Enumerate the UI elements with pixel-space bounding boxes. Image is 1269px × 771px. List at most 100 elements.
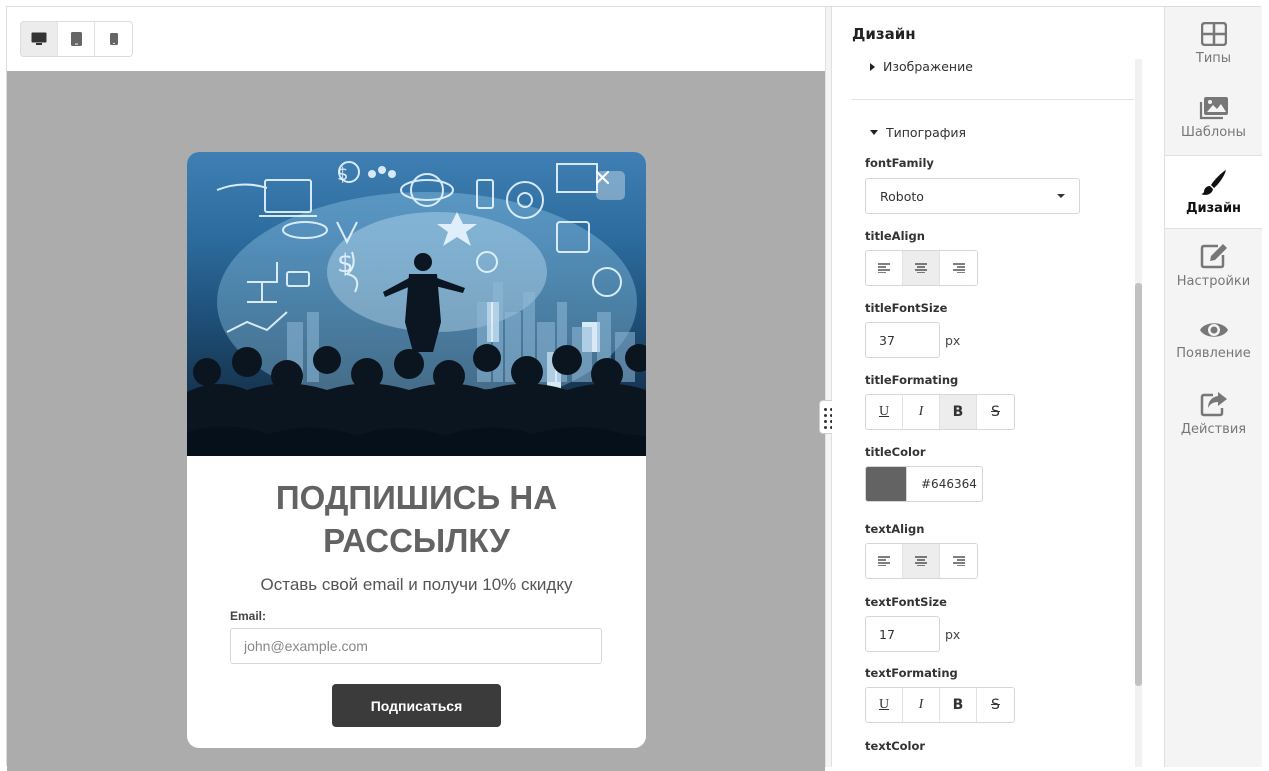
font-family-value: Roboto: [880, 188, 924, 204]
desktop-view-button[interactable]: [21, 22, 58, 56]
nav-label-settings: Настройки: [1176, 274, 1251, 289]
nav-label-templates: Шаблоны: [1181, 125, 1246, 140]
text-align-right-button[interactable]: [940, 544, 977, 578]
image-section-toggle[interactable]: Изображение: [870, 59, 973, 74]
align-left-icon: [878, 556, 890, 566]
image-section-label: Изображение: [883, 59, 973, 74]
text-underline-button[interactable]: U: [866, 688, 903, 722]
align-left-icon: [878, 263, 890, 273]
email-input[interactable]: [230, 628, 602, 664]
caret-right-icon: [870, 62, 875, 71]
nav-item-design[interactable]: Дизайн: [1165, 155, 1262, 229]
title-underline-button[interactable]: U: [866, 395, 903, 429]
title-align-right-button[interactable]: [940, 251, 977, 285]
text-strikethrough-button[interactable]: S: [977, 688, 1014, 722]
svg-text:$: $: [337, 249, 354, 279]
hero-image: $ $: [187, 152, 646, 456]
bold-icon: B: [952, 697, 964, 713]
title-italic-button[interactable]: I: [903, 395, 940, 429]
popup-text: Оставь свой email и получи 10% скидку: [260, 575, 573, 594]
nav-item-settings[interactable]: Настройки: [1165, 229, 1262, 303]
text-align-center-button[interactable]: [903, 544, 940, 578]
title-align-left-button[interactable]: [866, 251, 903, 285]
text-align-left-button[interactable]: [866, 544, 903, 578]
text-italic-button[interactable]: I: [903, 688, 940, 722]
device-switcher: [20, 21, 133, 57]
nav-label-appearance: Появление: [1176, 346, 1251, 361]
title-font-size-label: titleFontSize: [865, 301, 948, 315]
audience-illustration: $ $: [187, 161, 646, 456]
subscribe-popup: $ $ ПОДПИШИСЬ НА РАССЫЛКУ Оставь свой em…: [187, 152, 646, 748]
underline-icon: U: [878, 697, 890, 712]
nav-item-appearance[interactable]: Появление: [1165, 303, 1262, 377]
text-formatting-group: U I B S: [865, 687, 1015, 723]
tablet-view-button[interactable]: [58, 22, 95, 56]
title-color-picker[interactable]: #646364: [865, 466, 983, 502]
align-right-icon: [952, 556, 965, 566]
editor-frame: $ $ ПОДПИШИСЬ НА РАССЫЛКУ Оставь свой em…: [6, 6, 1262, 771]
preview-canvas: $ $ ПОДПИШИСЬ НА РАССЫЛКУ Оставь свой em…: [7, 71, 825, 771]
align-right-icon: [952, 263, 965, 273]
svg-text:$: $: [337, 164, 348, 185]
nav-label-design: Дизайн: [1185, 201, 1242, 216]
email-label: Email:: [230, 609, 267, 623]
settings-scrollbar-thumb[interactable]: [1135, 283, 1142, 686]
title-font-size-unit: px: [945, 333, 961, 348]
title-align-label: titleAlign: [865, 229, 925, 243]
font-family-label: fontFamily: [865, 156, 934, 170]
preview-panel: $ $ ПОДПИШИСЬ НА РАССЫЛКУ Оставь свой em…: [7, 7, 825, 771]
mobile-icon: [109, 33, 118, 45]
text-align-label: textAlign: [865, 522, 925, 536]
right-sidebar-nav: Типы Шаблоны Дизайн Настройки Появление …: [1164, 7, 1262, 767]
close-icon: [596, 171, 609, 184]
popup-title: ПОДПИШИСЬ НА РАССЫЛКУ: [275, 479, 558, 559]
title-align-center-button[interactable]: [903, 251, 940, 285]
font-family-select[interactable]: Roboto: [865, 178, 1080, 214]
edit-icon: [1200, 244, 1227, 269]
title-strikethrough-button[interactable]: S: [977, 395, 1014, 429]
nav-item-types[interactable]: Типы: [1165, 7, 1262, 81]
section-divider: [852, 99, 1134, 100]
text-bold-button[interactable]: B: [940, 688, 977, 722]
bold-icon: B: [952, 404, 964, 420]
text-color-label: textColor: [865, 739, 926, 753]
images-icon: [1199, 97, 1228, 120]
typography-section-label: Типография: [886, 125, 967, 140]
subscribe-button[interactable]: Подписаться: [332, 684, 501, 727]
grid-icon: [1200, 22, 1227, 46]
strikethrough-icon: S: [991, 697, 1000, 713]
title-color-value[interactable]: #646364: [907, 467, 982, 501]
close-popup-button[interactable]: [596, 171, 625, 200]
title-color-swatch[interactable]: [866, 467, 907, 501]
underline-icon: U: [878, 404, 890, 419]
title-font-size-input[interactable]: 37: [865, 322, 940, 358]
share-icon: [1200, 392, 1227, 417]
text-font-size-unit: px: [945, 627, 961, 642]
panel-divider: [825, 7, 832, 767]
preview-toolbar: [7, 7, 825, 71]
mobile-view-button[interactable]: [95, 22, 132, 56]
nav-item-templates[interactable]: Шаблоны: [1165, 81, 1262, 155]
italic-icon: I: [918, 697, 924, 712]
settings-title: Дизайн: [852, 25, 916, 43]
eye-icon: [1199, 323, 1228, 337]
italic-icon: I: [918, 404, 924, 419]
chevron-down-icon: [1057, 194, 1065, 198]
typography-section-toggle[interactable]: Типография: [870, 125, 966, 140]
nav-label-actions: Действия: [1180, 422, 1247, 437]
text-align-group: [865, 543, 978, 579]
nav-item-actions[interactable]: Действия: [1165, 377, 1262, 451]
tablet-icon: [70, 32, 82, 46]
title-formatting-group: U I B S: [865, 394, 1015, 430]
align-center-icon: [915, 263, 927, 273]
text-font-size-input[interactable]: 17: [865, 616, 940, 652]
caret-down-icon: [870, 130, 878, 135]
title-bold-button[interactable]: B: [940, 395, 977, 429]
design-settings-panel: Дизайн Изображение Типография fontFamily…: [832, 7, 1164, 767]
title-color-label: titleColor: [865, 445, 926, 459]
title-formatting-label: titleFormating: [865, 373, 959, 387]
desktop-icon: [31, 32, 47, 45]
align-center-icon: [915, 556, 927, 566]
title-align-group: [865, 250, 978, 286]
strikethrough-icon: S: [991, 404, 1000, 420]
